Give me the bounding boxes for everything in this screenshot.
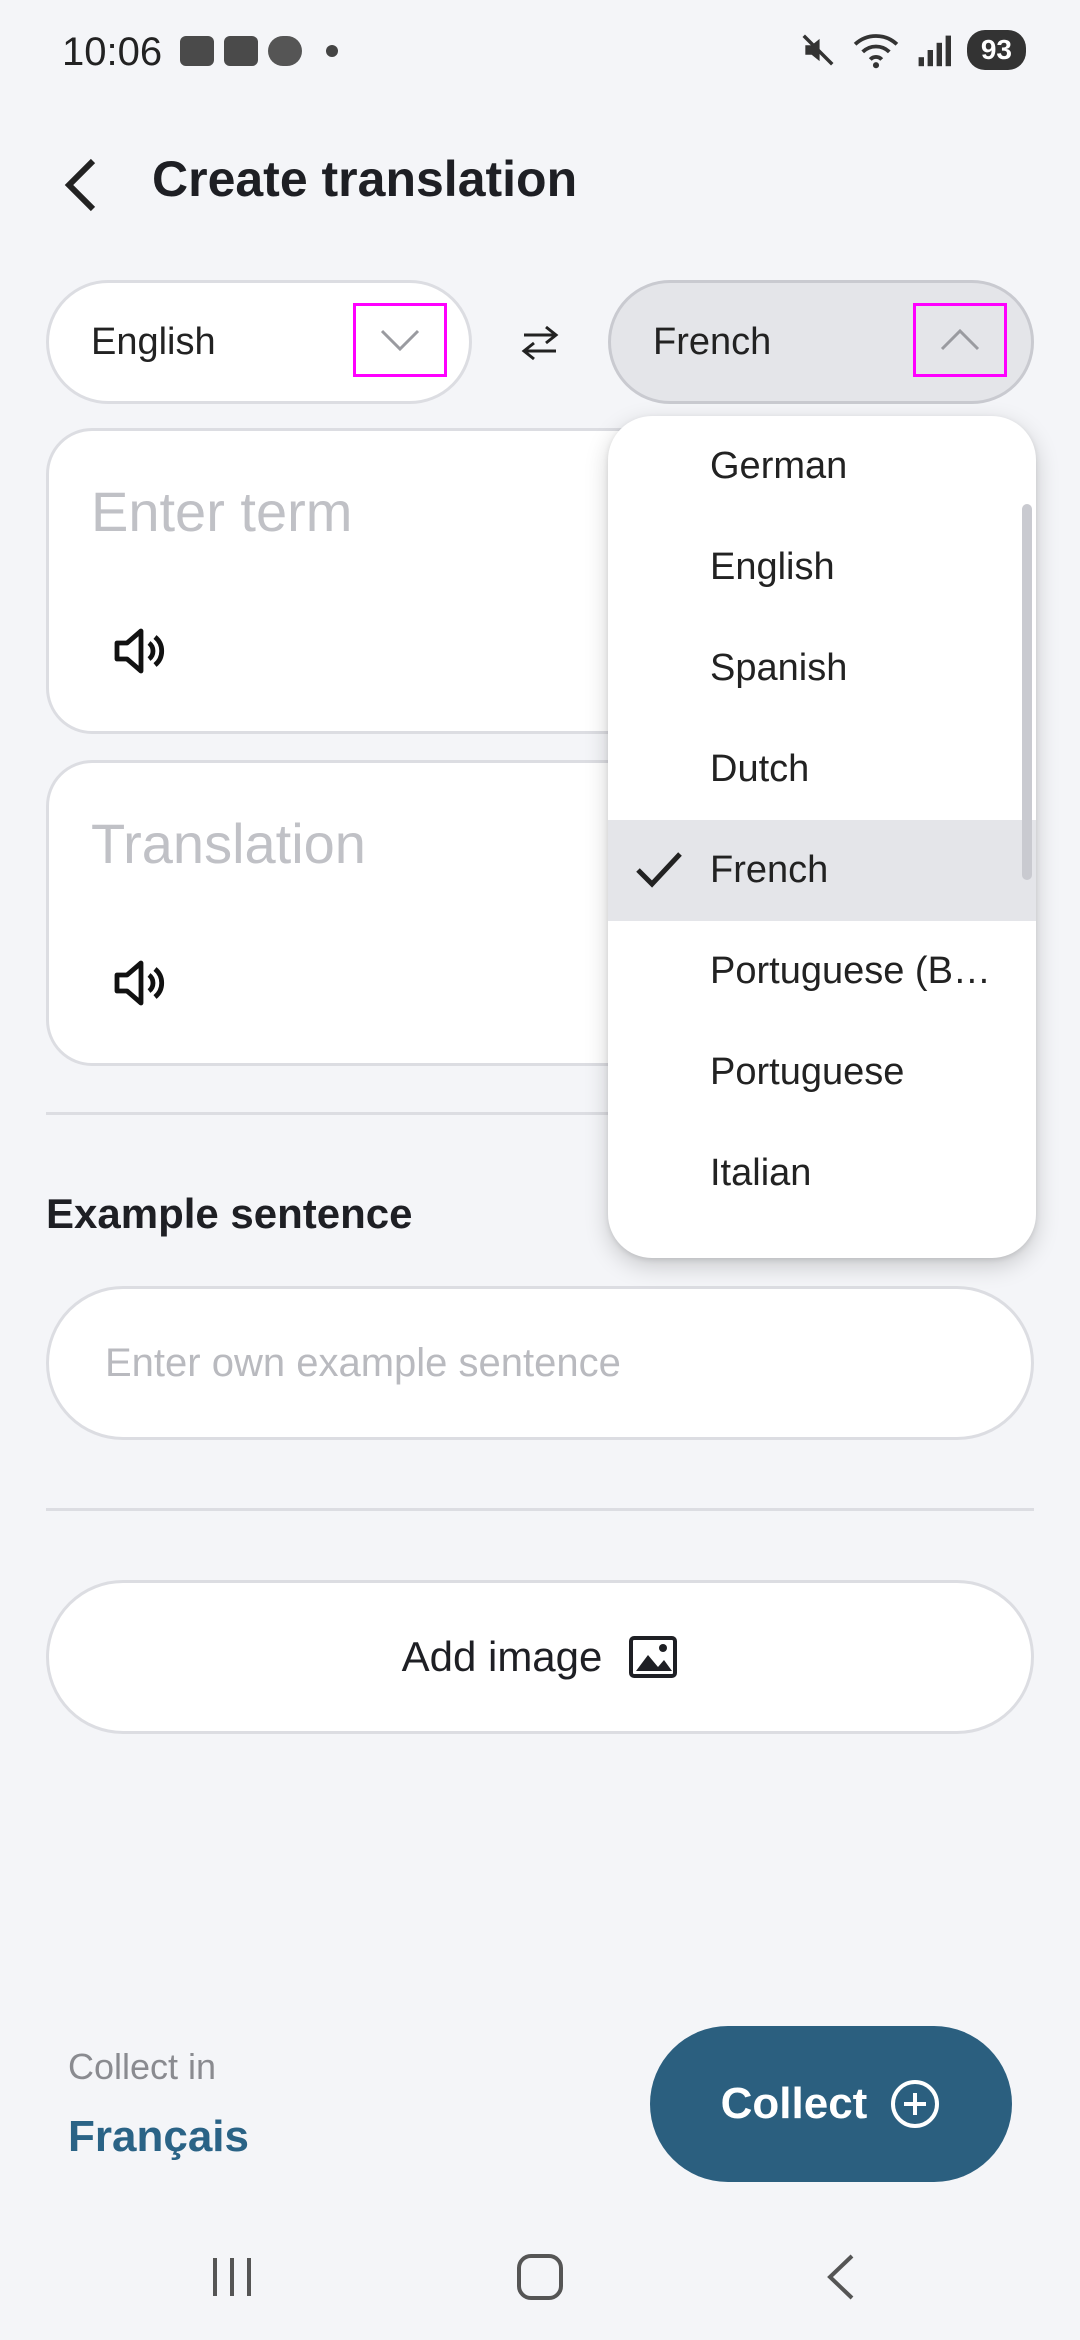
plus-circle-icon bbox=[891, 2080, 940, 2128]
cloud-icon bbox=[268, 36, 302, 66]
recent-apps-button[interactable] bbox=[192, 2242, 272, 2312]
language-option-label: Portuguese (B… bbox=[710, 950, 991, 992]
language-option-label: German bbox=[710, 445, 848, 487]
system-navigation-bar bbox=[0, 2220, 1080, 2340]
stack-app-icon bbox=[180, 36, 214, 66]
dot-icon bbox=[326, 45, 338, 57]
page-title: Create translation bbox=[152, 151, 578, 207]
language-option-label: English bbox=[710, 546, 835, 588]
status-icons-right: 93 bbox=[799, 30, 1026, 70]
language-option-label: Portuguese bbox=[710, 1051, 905, 1093]
language-option-label: French bbox=[710, 849, 829, 891]
collect-button[interactable]: Collect bbox=[650, 2026, 1012, 2182]
home-button[interactable] bbox=[500, 2242, 580, 2312]
language-option-portuguese[interactable]: Portuguese bbox=[608, 1022, 1036, 1123]
collect-language-link[interactable]: Français bbox=[68, 2112, 249, 2162]
speaker-icon bbox=[114, 628, 165, 674]
language-option-english[interactable]: English bbox=[608, 517, 1036, 618]
add-image-button[interactable]: Add image bbox=[46, 1580, 1034, 1734]
language-option-label: Spanish bbox=[710, 647, 848, 689]
term-speaker-button[interactable] bbox=[109, 621, 179, 691]
target-language-select[interactable]: French bbox=[608, 280, 1034, 404]
divider bbox=[46, 1508, 1034, 1511]
status-time: 10:06 bbox=[62, 30, 163, 74]
status-bar: 10:06 93 bbox=[0, 0, 1080, 110]
translation-speaker-button[interactable] bbox=[109, 953, 179, 1023]
status-icons-left bbox=[180, 36, 338, 66]
example-section-title: Example sentence bbox=[46, 1190, 413, 1237]
chevron-down-icon bbox=[380, 329, 420, 352]
language-dropdown-menu[interactable]: German English Spanish Dutch French Port… bbox=[608, 416, 1036, 1258]
image-icon bbox=[629, 1636, 678, 1678]
collect-in-label: Collect in bbox=[68, 2046, 217, 2087]
source-language-label: English bbox=[91, 320, 216, 363]
checkmark-icon bbox=[636, 852, 682, 888]
dropdown-scrollbar[interactable] bbox=[1022, 504, 1032, 880]
add-image-label: Add image bbox=[401, 1633, 603, 1680]
back-button[interactable] bbox=[46, 150, 116, 220]
chevron-left-icon bbox=[64, 158, 96, 212]
language-option-spanish[interactable]: Spanish bbox=[608, 618, 1036, 719]
collect-button-label: Collect bbox=[720, 2079, 868, 2128]
language-option-label: Dutch bbox=[710, 748, 810, 790]
wifi-icon bbox=[853, 34, 899, 69]
swap-languages-button[interactable] bbox=[512, 318, 568, 368]
language-option-italian[interactable]: Italian bbox=[608, 1123, 1036, 1224]
translation-input[interactable]: Translation bbox=[91, 811, 366, 876]
nav-back-button[interactable] bbox=[800, 2242, 880, 2312]
language-option-german[interactable]: German bbox=[608, 416, 1036, 517]
target-language-toggle[interactable] bbox=[913, 303, 1007, 377]
language-option-portuguese-brazil[interactable]: Portuguese (B… bbox=[608, 921, 1036, 1022]
mute-icon bbox=[802, 34, 834, 66]
language-option-label: Italian bbox=[710, 1152, 812, 1194]
recent-apps-icon bbox=[213, 2258, 251, 2296]
language-option-dutch[interactable]: Dutch bbox=[608, 719, 1036, 820]
swap-icon bbox=[521, 325, 559, 361]
back-icon bbox=[827, 2254, 854, 2300]
target-language-label: French bbox=[653, 320, 772, 363]
language-option-french[interactable]: French bbox=[608, 820, 1036, 921]
battery-indicator: 93 bbox=[966, 30, 1026, 70]
signal-icon bbox=[918, 35, 951, 67]
home-icon bbox=[517, 2254, 563, 2300]
speaker-icon bbox=[114, 960, 165, 1006]
chevron-up-icon bbox=[940, 328, 980, 351]
source-language-toggle[interactable] bbox=[353, 303, 447, 377]
source-language-select[interactable]: English bbox=[46, 280, 472, 404]
example-sentence-input[interactable]: Enter own example sentence bbox=[46, 1286, 1034, 1440]
term-input[interactable]: Enter term bbox=[91, 479, 352, 544]
teams-icon bbox=[224, 36, 258, 66]
